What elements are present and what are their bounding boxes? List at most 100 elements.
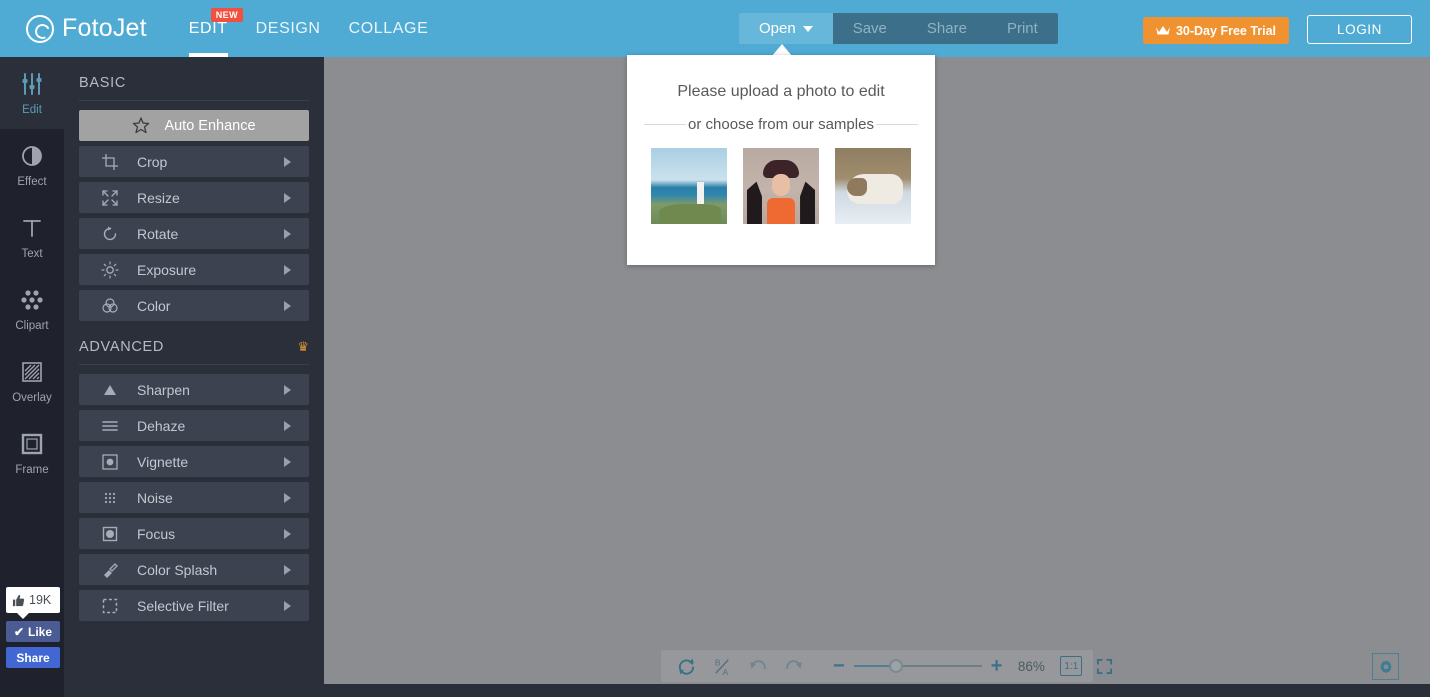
- tool-crop[interactable]: Crop: [79, 146, 309, 177]
- facebook-share-button[interactable]: Share: [6, 647, 60, 668]
- open-button[interactable]: Open: [739, 13, 833, 44]
- zoom-slider[interactable]: [853, 659, 982, 673]
- tool-rotate[interactable]: Rotate: [79, 218, 309, 249]
- redo-button[interactable]: [781, 653, 807, 679]
- text-t-icon: [23, 219, 41, 237]
- tool-auto-enhance-label: Auto Enhance: [164, 117, 256, 134]
- history-buttons: B A: [661, 653, 819, 679]
- tool-noise[interactable]: Noise: [79, 482, 309, 513]
- frame-square-icon: [21, 433, 43, 454]
- tool-color-splash-label: Color Splash: [137, 561, 218, 578]
- print-button[interactable]: Print: [986, 13, 1058, 44]
- actual-size-label: 1:1: [1064, 660, 1079, 672]
- tool-focus[interactable]: Focus: [79, 518, 309, 549]
- settings-button[interactable]: [1372, 653, 1399, 680]
- crown-icon: ♛: [297, 339, 309, 354]
- reset-button[interactable]: [673, 653, 699, 679]
- redo-arrow-icon: [786, 660, 802, 669]
- nav-tab-collage[interactable]: COLLAGE: [335, 0, 443, 57]
- facebook-like-label: Like: [28, 624, 53, 639]
- tool-vignette[interactable]: Vignette: [79, 446, 309, 477]
- login-label: LOGIN: [1336, 22, 1382, 37]
- advanced-section-title: ADVANCED: [79, 339, 165, 355]
- rail-item-text-label: Text: [21, 247, 43, 260]
- fit-screen-button[interactable]: [1091, 653, 1117, 679]
- vignette-icon: [102, 453, 118, 470]
- top-header: FotoJet EDIT NEW DESIGN COLLAGE Open Sav…: [0, 0, 1430, 57]
- facebook-share-label: Share: [16, 650, 50, 665]
- svg-text:B: B: [714, 657, 720, 667]
- brand-logo[interactable]: FotoJet: [26, 14, 147, 43]
- rail-item-frame[interactable]: Frame: [0, 417, 64, 489]
- tool-sharpen-label: Sharpen: [137, 381, 190, 398]
- share-button[interactable]: Share: [906, 13, 987, 44]
- chevron-right-icon: [284, 492, 291, 503]
- brush-icon: [104, 562, 118, 578]
- basic-section-header: BASIC: [79, 75, 309, 101]
- tool-dehaze[interactable]: Dehaze: [79, 410, 309, 441]
- chevron-right-icon: [284, 192, 291, 203]
- zoom-out-button[interactable]: −: [833, 656, 845, 676]
- contrast-circle-icon: [22, 145, 42, 166]
- zoom-controls: − + 86% 1:1: [819, 653, 1117, 679]
- nav-tab-design[interactable]: DESIGN: [242, 0, 335, 57]
- sample-sleeping-cat[interactable]: [835, 148, 911, 224]
- login-button[interactable]: LOGIN: [1307, 15, 1412, 44]
- main-nav: EDIT NEW DESIGN COLLAGE: [175, 0, 443, 57]
- rail-item-text[interactable]: Text: [0, 201, 64, 273]
- chevron-right-icon: [284, 420, 291, 431]
- tool-resize-label: Resize: [137, 189, 180, 206]
- actual-size-button[interactable]: 1:1: [1060, 656, 1083, 676]
- tool-selective-filter[interactable]: Selective Filter: [79, 590, 309, 621]
- nav-tab-edit[interactable]: EDIT NEW: [175, 0, 243, 57]
- gear-icon: [1379, 659, 1392, 673]
- tool-sharpen[interactable]: Sharpen: [79, 374, 309, 405]
- chevron-right-icon: [284, 528, 291, 539]
- popup-subtitle: or choose from our samples: [688, 116, 874, 133]
- tool-exposure-label: Exposure: [137, 261, 197, 278]
- chevron-down-icon: [802, 25, 813, 32]
- tool-color[interactable]: Color: [79, 290, 309, 321]
- free-trial-button[interactable]: 30-Day Free Trial: [1143, 17, 1289, 44]
- zoom-in-button[interactable]: +: [991, 656, 1003, 676]
- compare-button[interactable]: B A: [709, 653, 735, 679]
- tool-selective-filter-label: Selective Filter: [137, 597, 229, 614]
- advanced-tool-list: Sharpen Dehaze Vignette Noise Focus Colo…: [79, 374, 309, 621]
- tool-exposure[interactable]: Exposure: [79, 254, 309, 285]
- rail-item-overlay[interactable]: Overlay: [0, 345, 64, 417]
- dashed-square-icon: [102, 598, 118, 613]
- popup-subtitle-row: or choose from our samples: [627, 115, 935, 134]
- chevron-right-icon: [284, 384, 291, 395]
- sun-icon: [101, 260, 119, 279]
- file-actions-bar: Open Save Share Print: [739, 13, 1058, 44]
- sample-face-shape: [772, 174, 790, 196]
- rail-item-effect[interactable]: Effect: [0, 129, 64, 201]
- tools-panel: BASIC Auto Enhance Crop Resize Rotate Ex…: [64, 57, 324, 697]
- save-button[interactable]: Save: [832, 13, 907, 44]
- rail-item-clipart[interactable]: Clipart: [0, 273, 64, 345]
- tool-resize[interactable]: Resize: [79, 182, 309, 213]
- refresh-icon: [678, 658, 694, 675]
- sample-woman-with-hat[interactable]: [743, 148, 819, 224]
- nav-tab-design-label: DESIGN: [255, 19, 321, 37]
- tool-crop-label: Crop: [137, 153, 168, 170]
- facebook-like-button[interactable]: ✔ Like: [6, 621, 60, 642]
- undo-button[interactable]: [745, 653, 771, 679]
- tool-noise-label: Noise: [137, 489, 173, 506]
- open-button-label: Open: [759, 20, 796, 37]
- facebook-widget: 19K ✔ Like Share: [6, 587, 60, 668]
- save-button-label: Save: [852, 20, 887, 37]
- chevron-right-icon: [284, 300, 291, 311]
- tool-auto-enhance[interactable]: Auto Enhance: [79, 110, 309, 141]
- color-circles-icon: [102, 297, 118, 313]
- tool-dehaze-label: Dehaze: [137, 417, 186, 434]
- sample-lighthouse-coast[interactable]: [651, 148, 727, 224]
- rail-item-edit[interactable]: Edit: [0, 57, 64, 129]
- tool-color-splash[interactable]: Color Splash: [79, 554, 309, 585]
- tool-color-label: Color: [137, 297, 171, 314]
- fotojet-app: FotoJet EDIT NEW DESIGN COLLAGE Open Sav…: [0, 0, 1430, 697]
- zoom-slider-handle[interactable]: [888, 659, 903, 673]
- divider-right: [876, 124, 918, 125]
- rail-item-clipart-label: Clipart: [15, 319, 49, 332]
- crop-icon: [102, 153, 118, 170]
